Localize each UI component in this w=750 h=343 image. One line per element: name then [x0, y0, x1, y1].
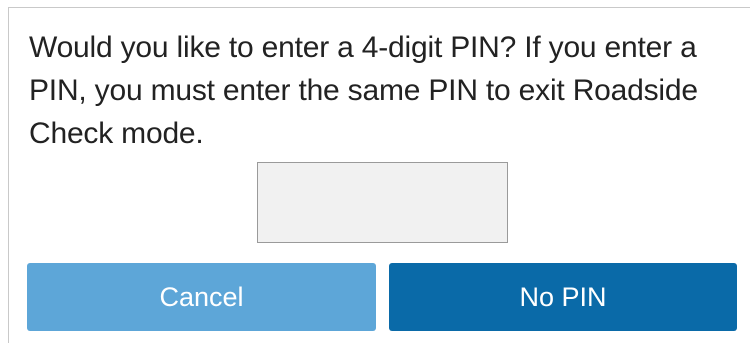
no-pin-button[interactable]: No PIN	[389, 263, 737, 331]
cancel-button[interactable]: Cancel	[27, 263, 376, 331]
pin-dialog: Would you like to enter a 4-digit PIN? I…	[8, 7, 750, 343]
pin-prompt-message: Would you like to enter a 4-digit PIN? I…	[29, 31, 698, 150]
pin-input[interactable]	[257, 162, 508, 243]
